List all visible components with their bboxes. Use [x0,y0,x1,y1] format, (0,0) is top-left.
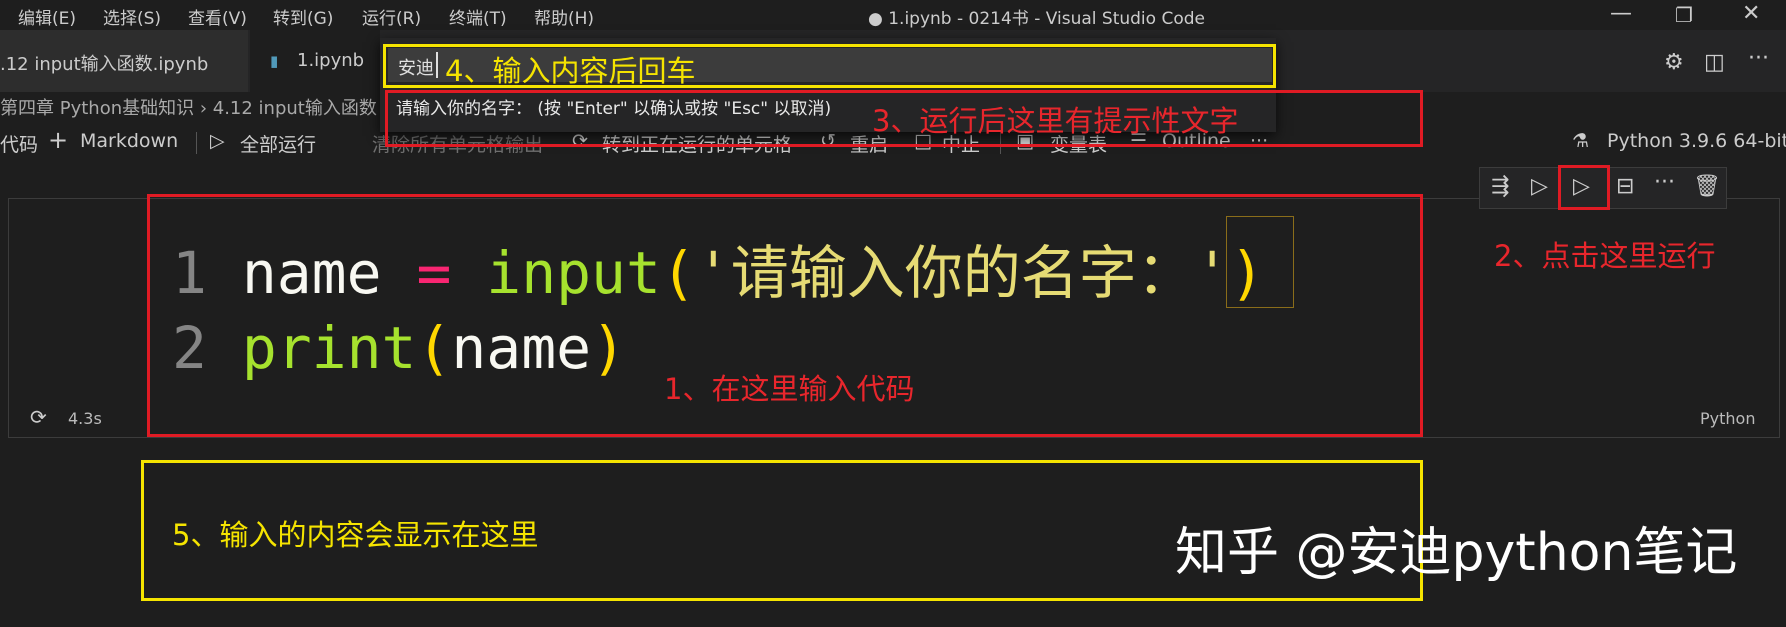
split-cell-icon[interactable]: ⊟ [1616,174,1634,199]
annotation-box-run-button [1558,165,1610,210]
run-above-icon[interactable]: ⇶ [1491,174,1509,199]
annotation-step-2: 2、点击这里运行 [1494,239,1716,273]
menu-edit[interactable]: 编辑(E) [18,4,76,29]
execution-time: 4.3s [68,409,102,428]
restore-icon[interactable]: ❐ [1675,3,1693,27]
menu-help[interactable]: 帮助(H) [534,4,594,29]
menu-selection[interactable]: 选择(S) [103,4,161,29]
menu-run[interactable]: 运行(R) [362,4,421,29]
more-actions-icon[interactable]: ··· [1748,46,1769,71]
tab-1-ipynb[interactable]: ▮ 1.ipynb [250,30,380,92]
notebook-file-icon: ▮ [270,52,279,70]
window-title: ● 1.ipynb - 0214书 - Visual Studio Code [868,9,1205,29]
tab-input-notebook[interactable]: .12 input输入函数.ipynb [0,30,248,92]
annotation-step-3: 3、运行后这里有提示性文字 [872,104,1239,138]
tab-label: 1.ipynb [297,50,365,71]
plus-icon[interactable]: + [48,126,68,154]
run-cell-icon[interactable]: ▷ [1531,174,1548,199]
close-icon[interactable]: ✕ [1742,1,1760,26]
kernel-picker[interactable]: Python 3.9.6 64-bit [1607,130,1786,152]
breadcrumb[interactable]: 第四章 Python基础知识 › 4.12 input输入函数 [0,94,377,120]
tab-label: .12 input输入函数.ipynb [0,54,209,75]
menu-view[interactable]: 查看(V) [188,4,247,29]
run-all-icon[interactable]: ▷ [210,130,225,152]
annotation-step-1: 1、在这里输入代码 [664,372,915,406]
delete-cell-icon[interactable]: 🗑 [1693,174,1721,199]
execution-status-icon: ⟳ [30,405,47,429]
minimize-icon[interactable]: — [1610,1,1632,26]
annotation-step-4: 4、输入内容后回车 [445,54,696,88]
more-cell-actions-icon[interactable]: ··· [1654,170,1675,195]
toolbar-divider [196,132,197,154]
cell-language[interactable]: Python [1700,409,1755,428]
watermark: 知乎 @安迪python笔记 [1175,523,1738,583]
gear-icon[interactable]: ⚙ [1664,50,1684,75]
kernel-icon[interactable]: ⚗ [1572,130,1589,152]
run-all-button[interactable]: 全部运行 [240,130,316,157]
split-editor-icon[interactable]: ◫ [1704,50,1725,75]
menu-terminal[interactable]: 终端(T) [449,4,507,29]
annotation-step-5: 5、输入的内容会显示在这里 [172,518,539,552]
menu-goto[interactable]: 转到(G) [273,4,333,29]
add-code-button[interactable]: 代码 [0,130,38,157]
add-markdown-button[interactable]: Markdown [80,130,178,152]
